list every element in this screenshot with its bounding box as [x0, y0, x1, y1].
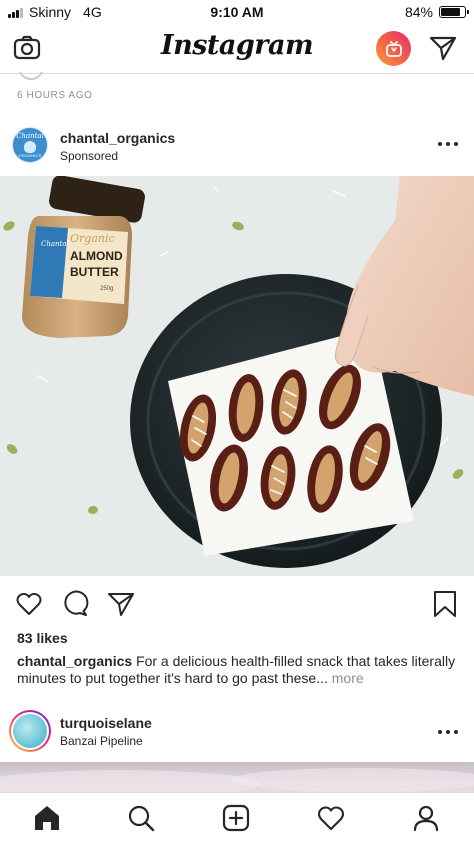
avatar-organic-text: ORGANICS: [18, 152, 42, 158]
paper-plane-icon: [108, 593, 134, 616]
status-bar: Skinny 4G 9:10 AM 84%: [0, 0, 474, 24]
next-post-username[interactable]: turquoiselane: [60, 715, 152, 731]
avatar[interactable]: [9, 710, 51, 752]
next-post-more-button[interactable]: [438, 726, 458, 738]
battery-fill: [441, 8, 461, 16]
next-post-header: turquoiselane Banzai Pipeline: [0, 706, 474, 756]
post-caption: chantal_organics For a delicious health-…: [17, 653, 461, 686]
comment-icon: [64, 590, 89, 616]
tab-home[interactable]: [32, 803, 62, 833]
previous-post-time: 6 HOURS AGO: [17, 90, 93, 101]
avatar-brand-text: Chantal: [16, 131, 44, 140]
bookmark-icon: [434, 591, 456, 617]
search-icon: [128, 805, 155, 832]
top-nav-bar: Instagram: [0, 24, 474, 74]
like-count[interactable]: 83 likes: [17, 630, 68, 646]
post-username[interactable]: chantal_organics: [60, 130, 175, 146]
next-post-image[interactable]: [0, 762, 474, 792]
save-button[interactable]: [431, 590, 459, 618]
more-dot-icon: [446, 730, 450, 734]
caption-username[interactable]: chantal_organics: [17, 653, 132, 669]
jar-weight: 250g: [100, 286, 113, 292]
like-button[interactable]: [15, 590, 43, 618]
comment-button[interactable]: [61, 590, 89, 618]
igtv-icon: [385, 40, 402, 57]
avatar-image: [13, 714, 47, 748]
tree-icon: [24, 140, 36, 153]
paper-plane-icon: [429, 36, 457, 61]
plus-square-icon: [222, 804, 250, 832]
bottom-tab-bar: [0, 792, 474, 842]
caption-more-link[interactable]: more: [332, 670, 364, 686]
more-dot-icon: [454, 730, 458, 734]
person-icon: [413, 805, 439, 832]
igtv-button[interactable]: [376, 31, 411, 66]
jar-butter: BUTTER: [70, 265, 119, 279]
post-header: Chantal ORGANICS chantal_organics Sponso…: [0, 120, 474, 172]
next-post-location[interactable]: Banzai Pipeline: [60, 734, 143, 748]
post-actions: [0, 588, 474, 620]
heart-icon: [317, 806, 345, 831]
avatar[interactable]: Chantal ORGANICS: [12, 127, 48, 163]
jar-brand: Chantal: [41, 240, 69, 248]
tab-activity[interactable]: [316, 803, 346, 833]
post-photo: Chantal Organic ALMOND BUTTER 250g: [0, 176, 474, 576]
sky-photo: [0, 768, 474, 792]
more-dot-icon: [438, 142, 442, 146]
more-dot-icon: [446, 142, 450, 146]
tab-new-post[interactable]: [221, 803, 251, 833]
battery-icon: [439, 6, 469, 18]
battery-percent: 84%: [404, 4, 433, 20]
share-button[interactable]: [107, 590, 135, 618]
home-icon: [35, 806, 59, 830]
jar-organic: Organic: [70, 232, 115, 245]
status-time: 9:10 AM: [210, 4, 264, 20]
more-dot-icon: [438, 730, 442, 734]
previous-post-avatar[interactable]: [18, 72, 44, 80]
post-image[interactable]: Chantal Organic ALMOND BUTTER 250g: [0, 176, 474, 576]
jar-almond: ALMOND: [70, 249, 123, 263]
sponsored-label: Sponsored: [60, 149, 119, 163]
post-more-button[interactable]: [438, 138, 458, 150]
tab-search[interactable]: [126, 803, 156, 833]
more-dot-icon: [454, 142, 458, 146]
status-right: 84%: [404, 4, 469, 20]
tab-profile[interactable]: [411, 803, 441, 833]
heart-icon: [16, 593, 42, 615]
direct-messages-button[interactable]: [428, 34, 458, 62]
